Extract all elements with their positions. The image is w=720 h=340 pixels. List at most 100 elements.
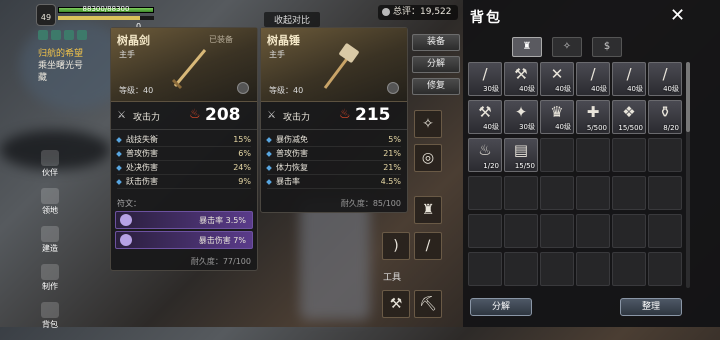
bag-item[interactable]: ♛ 40级 <box>540 100 574 134</box>
item-icon: ✕ <box>550 65 564 83</box>
close-icon[interactable]: ✕ <box>670 5 685 26</box>
stat-row: 普攻伤害 21% <box>266 147 401 161</box>
attack-icon: ⚔ <box>267 110 276 121</box>
stat-row: 战技失衡 15% <box>116 133 251 147</box>
bag-scrollbar[interactable] <box>686 62 690 288</box>
bag-item[interactable]: / 40级 <box>648 62 682 96</box>
stat-name: 普攻伤害 <box>266 148 308 159</box>
compass-icon[interactable]: ✧ <box>552 37 582 57</box>
item-tag: 40级 <box>555 123 571 131</box>
item-icon: ♛ <box>550 103 564 121</box>
bag-empty-slot[interactable] <box>576 176 610 210</box>
coin-icon[interactable]: $ <box>592 37 622 57</box>
equip-button[interactable]: 装备 <box>412 34 460 51</box>
stat-name: 战技失衡 <box>116 134 158 145</box>
stamina-bar <box>58 16 154 20</box>
side-nav-item[interactable]: 建造 <box>38 226 62 254</box>
bag-empty-slot[interactable] <box>612 252 646 286</box>
lock-icon[interactable] <box>387 82 399 94</box>
bag-item[interactable]: ⚒ 40级 <box>468 100 502 134</box>
bag-empty-slot[interactable] <box>576 252 610 286</box>
rune-slot[interactable]: 暴击率 3.5% <box>115 211 253 229</box>
bag-split-button[interactable]: 分解 <box>470 298 532 316</box>
equip-slot-bow[interactable]: ) <box>382 232 410 260</box>
side-nav-item[interactable]: 伙伴 <box>38 150 62 178</box>
stat-value: 21% <box>383 163 401 172</box>
item-tag: 40级 <box>627 85 643 93</box>
bag-empty-slot[interactable] <box>540 252 574 286</box>
bag-empty-slot[interactable] <box>540 176 574 210</box>
rune-slot[interactable]: 暴击伤害 7% <box>115 231 253 249</box>
quest-title: 归航的希望 <box>38 49 84 59</box>
bag-empty-slot[interactable] <box>612 138 646 172</box>
bag-item[interactable]: ✚ 5/500 <box>576 100 610 134</box>
flame-icon: ♨ <box>339 107 351 122</box>
bag-sort-button[interactable]: 整理 <box>620 298 682 316</box>
stat-value: 24% <box>233 163 251 172</box>
bag-item[interactable]: ⚒ 40级 <box>504 62 538 96</box>
bag-item[interactable]: ❖ 15/500 <box>612 100 646 134</box>
side-nav-item[interactable]: 领地 <box>38 188 62 216</box>
equip-slot-staff[interactable]: / <box>414 232 442 260</box>
item-tag: 15/50 <box>514 162 535 170</box>
item-tag: 40级 <box>519 85 535 93</box>
axe-tool-slot[interactable]: ⚒ <box>382 290 410 318</box>
item-tag: 40级 <box>555 85 571 93</box>
sword-icon <box>171 49 207 90</box>
bag-empty-slot[interactable] <box>468 214 502 248</box>
bag-item[interactable]: ▤ 15/50 <box>504 138 538 172</box>
bag-item[interactable]: / 30级 <box>468 62 502 96</box>
bag-empty-slot[interactable] <box>648 138 682 172</box>
item-icon: ⚒ <box>478 103 492 121</box>
item-icon: ⚱ <box>658 103 672 121</box>
runes-label: 符文： <box>117 199 141 208</box>
lock-icon[interactable] <box>237 82 249 94</box>
bag-empty-slot[interactable] <box>504 176 538 210</box>
bag-item[interactable]: ✕ 40级 <box>540 62 574 96</box>
durability: 耐久度：77/100 <box>190 257 251 266</box>
split-button[interactable]: 分解 <box>412 56 460 73</box>
item-card-equipped: 树晶剑 已装备 主手 等级：40 ⚔ 攻击力 ♨ 208 战技失衡 15% 普攻伤害… <box>110 27 258 271</box>
item-icon: ✚ <box>586 103 600 121</box>
stat-row: 暴击率 4.5% <box>266 175 401 189</box>
side-nav-item[interactable]: 制作 <box>38 264 62 292</box>
player-level: 49 <box>36 4 56 26</box>
bag-empty-slot[interactable] <box>612 214 646 248</box>
equip-slot-armor[interactable]: ♜ <box>414 196 442 224</box>
bag-empty-slot[interactable] <box>540 214 574 248</box>
repair-button[interactable]: 修复 <box>412 78 460 95</box>
bag-item[interactable]: / 40级 <box>612 62 646 96</box>
stat-value: 15% <box>233 135 251 144</box>
bag-item[interactable]: ✦ 30级 <box>504 100 538 134</box>
bag-empty-slot[interactable] <box>468 252 502 286</box>
bag-empty-slot[interactable] <box>612 176 646 210</box>
armor-icon[interactable]: ♜ <box>512 37 542 57</box>
equip-slot-ring[interactable]: ◎ <box>414 144 442 172</box>
item-tag: 30级 <box>483 85 499 93</box>
quest-tracker[interactable]: 归航的希望 乘坐曙光号 藏 <box>38 48 112 84</box>
collapse-compare-button[interactable]: 收起对比 <box>264 12 320 27</box>
bag-item[interactable]: / 40级 <box>576 62 610 96</box>
bag-empty-slot[interactable] <box>648 214 682 248</box>
bag-empty-slot[interactable] <box>504 214 538 248</box>
stat-bullet-icon <box>266 136 272 143</box>
bag-item[interactable]: ⚱ 8/20 <box>648 100 682 134</box>
bag-item[interactable]: ♨ 1/20 <box>468 138 502 172</box>
bag-empty-slot[interactable] <box>648 176 682 210</box>
bag-empty-slot[interactable] <box>648 252 682 286</box>
bag-empty-slot[interactable] <box>504 252 538 286</box>
bag-empty-slot[interactable] <box>540 138 574 172</box>
pickaxe-tool-slot[interactable]: ⛏ <box>414 290 442 318</box>
item-icon: / <box>590 65 596 83</box>
bag-empty-slot[interactable] <box>576 214 610 248</box>
bag-empty-slot[interactable] <box>576 138 610 172</box>
side-nav-item[interactable]: 背包 <box>38 302 62 330</box>
item-level: 等级：40 <box>269 86 304 95</box>
stat-row: 体力恢复 21% <box>266 161 401 175</box>
equip-slot-trinket[interactable]: ✧ <box>414 110 442 138</box>
item-icon: ✦ <box>514 103 528 121</box>
stat-value: 6% <box>238 149 251 158</box>
item-slot: 主手 <box>119 50 135 59</box>
rune-icon <box>120 234 132 246</box>
bag-empty-slot[interactable] <box>468 176 502 210</box>
